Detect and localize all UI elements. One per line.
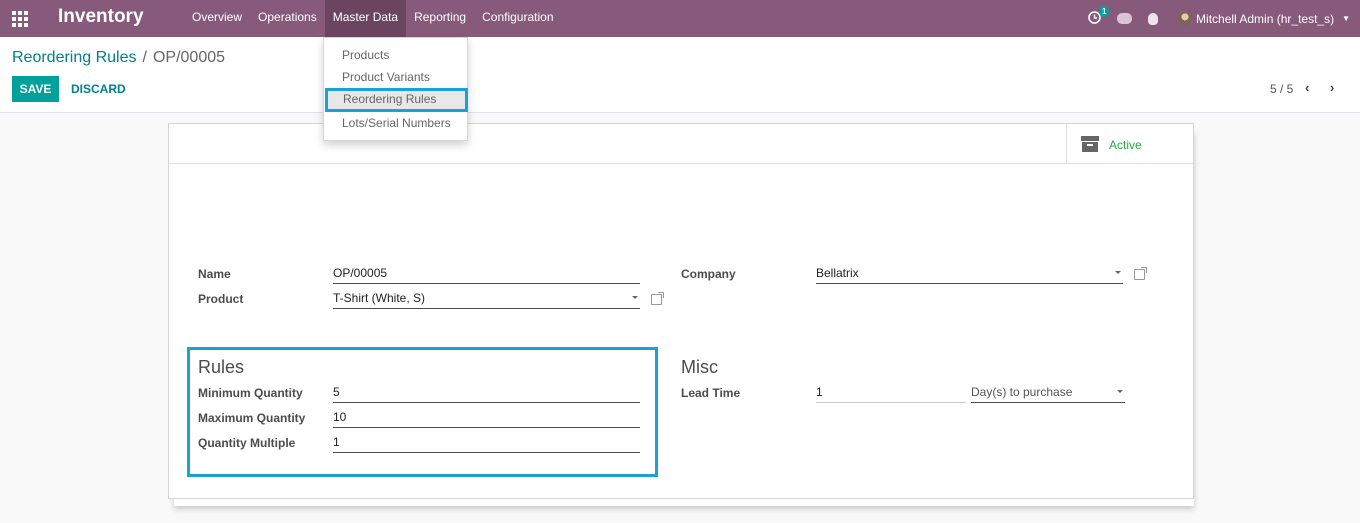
menu-master-data[interactable]: Master Data <box>324 0 407 37</box>
company-select[interactable]: Bellatrix <box>816 265 1123 284</box>
name-field[interactable]: OP/00005 <box>333 265 640 284</box>
misc-title: Misc <box>681 357 718 377</box>
max-qty-field[interactable]: 10 <box>333 409 640 428</box>
breadcrumb-separator: / <box>142 49 147 66</box>
company-label: Company <box>681 267 736 281</box>
product-label: Product <box>198 292 244 306</box>
breadcrumb-parent[interactable]: Reordering Rules <box>12 49 137 66</box>
pager-value[interactable]: 5 / 5 <box>1270 82 1293 96</box>
apps-menu-icon[interactable] <box>12 11 28 27</box>
notification-badge: 1 <box>1099 5 1110 17</box>
product-value: T-Shirt (White, S) <box>333 291 426 305</box>
chevron-right-icon[interactable]: › <box>1330 80 1334 95</box>
app-title[interactable]: Inventory <box>58 6 144 28</box>
master-data-dropdown: Products Product Variants Reordering Rul… <box>323 37 468 141</box>
caret-down-icon <box>1117 390 1123 393</box>
caret-down-icon[interactable]: ▼ <box>1342 14 1350 23</box>
dropdown-item-reordering-rules[interactable]: Reordering Rules <box>325 88 468 112</box>
main-menu: Overview Operations Master Data Reportin… <box>184 0 562 37</box>
menu-overview[interactable]: Overview <box>184 0 250 37</box>
chevron-left-icon[interactable]: ‹ <box>1305 80 1309 95</box>
max-qty-label: Maximum Quantity <box>198 411 306 425</box>
active-label: Active <box>1109 138 1142 152</box>
lead-time-field[interactable]: 1 <box>816 384 966 403</box>
qty-multiple-field[interactable]: 1 <box>333 434 640 453</box>
caret-down-icon <box>632 296 638 299</box>
min-qty-field[interactable]: 5 <box>333 384 640 403</box>
dropdown-item-lots-serial-numbers[interactable]: Lots/Serial Numbers <box>324 112 467 134</box>
systray: 1 Mitchell Admin (hr_test_s) ▼ <box>1088 0 1350 37</box>
dropdown-item-product-variants[interactable]: Product Variants <box>324 66 467 88</box>
qty-multiple-label: Quantity Multiple <box>198 436 296 450</box>
name-label: Name <box>198 267 231 281</box>
user-name[interactable]: Mitchell Admin (hr_test_s) <box>1196 12 1334 26</box>
lead-type-value: Day(s) to purchase <box>971 385 1073 399</box>
discard-button[interactable]: DISCARD <box>71 82 126 96</box>
chat-icon[interactable] <box>1117 13 1133 24</box>
archive-icon <box>1081 136 1099 152</box>
breadcrumb: Reordering Rules / OP/00005 <box>12 49 225 67</box>
external-link-icon[interactable] <box>651 292 664 305</box>
button-box-divider <box>169 163 1193 164</box>
product-select[interactable]: T-Shirt (White, S) <box>333 290 640 309</box>
menu-configuration[interactable]: Configuration <box>474 0 561 37</box>
avatar[interactable] <box>1178 11 1193 26</box>
active-toggle-button[interactable]: Active <box>1066 124 1193 163</box>
lead-time-label: Lead Time <box>681 386 741 400</box>
save-button[interactable]: SAVE <box>12 76 59 102</box>
company-value: Bellatrix <box>816 266 859 280</box>
min-qty-label: Minimum Quantity <box>198 386 303 400</box>
breadcrumb-current: OP/00005 <box>152 49 226 66</box>
caret-down-icon <box>1115 271 1121 274</box>
lead-type-select[interactable]: Day(s) to purchase <box>971 384 1125 403</box>
activity-icon[interactable]: 1 <box>1088 5 1110 27</box>
rules-title: Rules <box>198 357 245 377</box>
top-navbar: Inventory Overview Operations Master Dat… <box>0 0 1360 37</box>
menu-reporting[interactable]: Reporting <box>406 0 474 37</box>
external-link-icon[interactable] <box>1134 267 1147 280</box>
dropdown-item-products[interactable]: Products <box>324 44 467 66</box>
debug-icon[interactable] <box>1148 12 1159 25</box>
menu-operations[interactable]: Operations <box>250 0 325 37</box>
